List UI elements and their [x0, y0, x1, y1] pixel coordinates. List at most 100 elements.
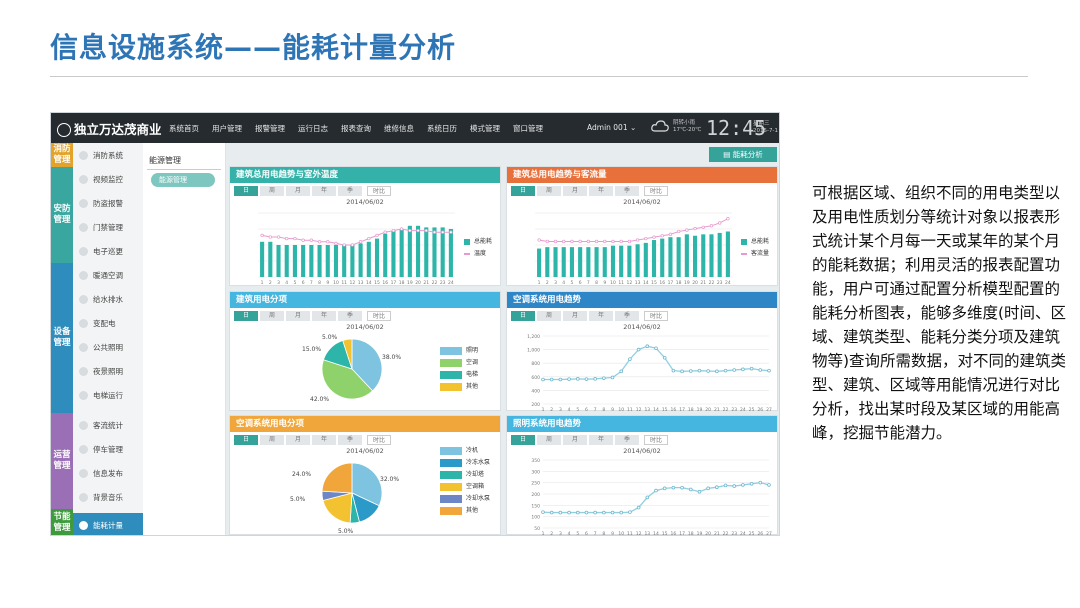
data-point — [584, 377, 589, 381]
menu-item[interactable]: 给水排水 — [73, 287, 143, 311]
tab-week[interactable]: 周 — [260, 186, 284, 196]
tab-day[interactable]: 日 — [234, 435, 258, 445]
group-fire[interactable]: 消防管理 — [51, 143, 73, 167]
tab-quarter[interactable]: 季 — [338, 186, 362, 196]
menu-item[interactable]: 暖通空调 — [73, 263, 143, 287]
tab-compare[interactable]: 时比 — [367, 186, 391, 196]
tab-month[interactable]: 月 — [286, 186, 310, 196]
tab-month[interactable]: 月 — [563, 311, 587, 321]
nav-reports[interactable]: 报表查询 — [341, 123, 371, 134]
data-point — [570, 239, 574, 244]
data-point — [726, 217, 730, 221]
tab-quarter[interactable]: 季 — [338, 311, 362, 321]
menu-item[interactable]: 客流统计 — [73, 413, 143, 437]
menu-item-energy-metering[interactable]: 能耗计量 — [73, 513, 143, 535]
x-tick-label: 24 — [740, 407, 746, 412]
tab-day[interactable]: 日 — [511, 435, 535, 445]
data-point — [628, 510, 632, 514]
tab-week[interactable]: 周 — [260, 311, 284, 321]
bar — [440, 227, 445, 277]
data-point — [741, 483, 745, 487]
tab-year[interactable]: 年 — [312, 186, 336, 196]
data-point — [680, 485, 684, 490]
tab-year[interactable]: 年 — [589, 435, 613, 445]
app-logo[interactable]: 独立万达茂商业 — [57, 119, 162, 138]
tab-month[interactable]: 月 — [563, 186, 587, 196]
data-point — [611, 239, 615, 244]
menu-item[interactable]: 防盗报警 — [73, 191, 143, 215]
data-point — [584, 510, 589, 515]
x-tick-label: 8 — [595, 280, 598, 286]
tab-compare[interactable]: 时比 — [644, 311, 668, 321]
menu-item[interactable]: 变配电 — [73, 311, 143, 335]
tab-compare[interactable]: 时比 — [644, 435, 668, 445]
tab-week[interactable]: 周 — [537, 311, 561, 321]
bar — [301, 245, 306, 277]
tab-day[interactable]: 日 — [511, 186, 535, 196]
tab-quarter[interactable]: 季 — [615, 311, 639, 321]
nav-windows[interactable]: 窗口管理 — [513, 123, 543, 134]
nav-modes[interactable]: 模式管理 — [470, 123, 500, 134]
menu-item[interactable]: 信息发布 — [73, 461, 143, 485]
tab-compare[interactable]: 时比 — [367, 435, 391, 445]
tab-quarter[interactable]: 季 — [615, 186, 639, 196]
nav-alarms[interactable]: 报警管理 — [255, 123, 285, 134]
group-operations[interactable]: 运营管理 — [51, 413, 73, 509]
admin-menu[interactable]: Admin 001 ⌄ — [587, 123, 636, 132]
tab-week[interactable]: 周 — [260, 435, 284, 445]
tab-day[interactable]: 日 — [234, 311, 258, 321]
tab-month[interactable]: 月 — [563, 435, 587, 445]
menu-item[interactable]: 门禁管理 — [73, 215, 143, 239]
group-equipment[interactable]: 设备管理 — [51, 263, 73, 413]
tab-quarter[interactable]: 季 — [615, 435, 639, 445]
menu-item[interactable]: 电子巡更 — [73, 239, 143, 263]
menu-item[interactable]: 停车管理 — [73, 437, 143, 461]
x-tick-label: 9 — [603, 280, 606, 286]
tab-month[interactable]: 月 — [286, 435, 310, 445]
tab-year[interactable]: 年 — [589, 311, 613, 321]
data-point — [537, 238, 541, 242]
tab-year[interactable]: 年 — [312, 311, 336, 321]
x-tick-label: 11 — [627, 531, 633, 536]
group-energy[interactable]: 节能管理 — [51, 509, 73, 535]
nav-logs[interactable]: 运行日志 — [298, 123, 328, 134]
tab-day[interactable]: 日 — [511, 311, 535, 321]
tab-week[interactable]: 周 — [537, 186, 561, 196]
x-tick-label: 10 — [610, 280, 616, 286]
nav-users[interactable]: 用户管理 — [212, 123, 242, 134]
tab-year[interactable]: 年 — [589, 186, 613, 196]
nav-calendar[interactable]: 系统日历 — [427, 123, 457, 134]
tab-compare[interactable]: 时比 — [367, 311, 391, 321]
group-security[interactable]: 安防管理 — [51, 167, 73, 263]
tab-year[interactable]: 年 — [312, 435, 336, 445]
tab-day[interactable]: 日 — [234, 186, 258, 196]
menu-item[interactable]: 视频监控 — [73, 167, 143, 191]
menu-item[interactable]: 消防系统 — [73, 143, 143, 167]
tab-compare[interactable]: 时比 — [644, 186, 668, 196]
menu-item[interactable]: 公共照明 — [73, 335, 143, 359]
nav-home[interactable]: 系统首页 — [169, 123, 199, 134]
menu-dot-icon — [79, 270, 88, 280]
nav-repair[interactable]: 维修信息 — [384, 123, 414, 134]
menu-item[interactable]: 夜景照明 — [73, 359, 143, 383]
tab-month[interactable]: 月 — [286, 311, 310, 321]
menu-item[interactable]: 电梯运行 — [73, 383, 143, 407]
x-tick-label: 6 — [302, 280, 305, 286]
energy-analysis-button[interactable]: ▤ 能耗分析 — [709, 147, 777, 162]
menu-dot-icon — [79, 222, 88, 232]
x-tick-label: 13 — [644, 407, 650, 412]
menu-dot-icon — [79, 366, 88, 376]
x-tick-label: 1 — [542, 407, 545, 412]
data-point — [645, 344, 650, 349]
line-chart: 350300250200150100501 2 3 4 5 6 7 8 9 10 11 12 13 14 1… — [531, 458, 772, 536]
bar — [651, 240, 657, 277]
bar — [342, 245, 347, 277]
data-point — [715, 369, 719, 374]
x-tick-label: 6 — [585, 407, 588, 412]
tab-quarter[interactable]: 季 — [338, 435, 362, 445]
menu-item[interactable]: 背景音乐 — [73, 485, 143, 509]
x-tick-label: 20 — [705, 407, 711, 412]
chart-date: 2014/06/02 — [623, 323, 661, 331]
tab-week[interactable]: 周 — [537, 435, 561, 445]
sub-menu-item[interactable]: 能源管理 — [151, 173, 215, 187]
